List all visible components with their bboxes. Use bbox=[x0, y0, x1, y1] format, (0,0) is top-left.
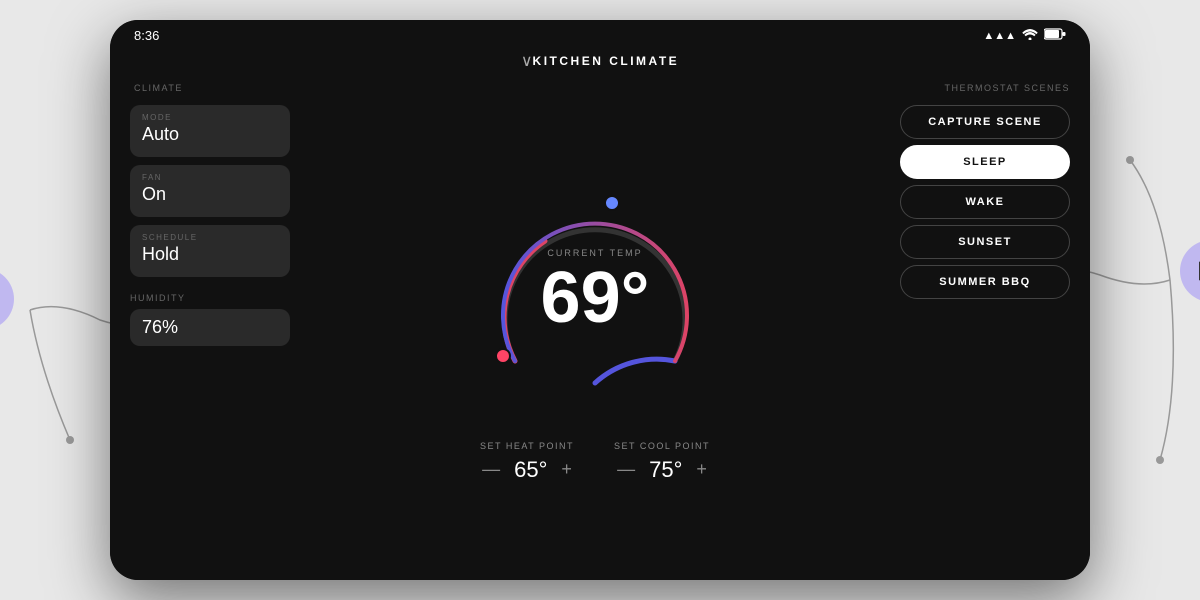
chevron-down-icon[interactable]: ∨ bbox=[521, 51, 533, 71]
signal-icon: ▲▲▲ bbox=[983, 30, 1016, 42]
cool-increment-button[interactable]: + bbox=[696, 459, 707, 480]
mode-value: Auto bbox=[142, 124, 278, 145]
mode-card[interactable]: MODE Auto bbox=[130, 105, 290, 157]
wifi-icon bbox=[1022, 28, 1038, 43]
humidity-card: 76% bbox=[130, 309, 290, 346]
schedule-card[interactable]: SCHEDULE Hold bbox=[130, 225, 290, 277]
scene-button-sleep[interactable]: SLEEP bbox=[900, 145, 1070, 179]
cool-point-label: SET COOL POINT bbox=[614, 441, 710, 451]
cool-decrement-button[interactable]: — bbox=[617, 459, 635, 480]
title-bar: ∨ KITCHEN CLIMATE bbox=[110, 47, 1090, 79]
humidity-section: HUMIDITY 76% bbox=[130, 293, 290, 346]
mode-label: MODE bbox=[142, 113, 278, 122]
fan-card[interactable]: FAN On bbox=[130, 165, 290, 217]
scene-button-wake[interactable]: WAKE bbox=[900, 185, 1070, 219]
set-points-container: SET HEAT POINT — 65° + SET COOL POINT — bbox=[480, 441, 710, 483]
schedule-value: Hold bbox=[142, 244, 278, 265]
cool-point: SET COOL POINT — 75° + bbox=[614, 441, 710, 483]
scene-button-summer-bbq[interactable]: SUMMER BBQ bbox=[900, 265, 1070, 299]
heat-decrement-button[interactable]: — bbox=[482, 459, 500, 480]
scenes-panel: THERMOSTAT SCENES CAPTURE SCENE SLEEP WAKE… bbox=[900, 79, 1070, 564]
tablet-device: 8:36 ▲▲▲ bbox=[110, 20, 1090, 580]
fan-label: FAN bbox=[142, 173, 278, 182]
schedule-label: SCHEDULE bbox=[142, 233, 278, 242]
battery-icon bbox=[1044, 28, 1066, 43]
climate-panel: CLIMATE MODE Auto FAN On SCHEDULE Hold bbox=[130, 79, 290, 564]
heat-point-value: 65° bbox=[514, 457, 547, 483]
status-bar: 8:36 ▲▲▲ bbox=[110, 20, 1090, 47]
scene-button-sunset[interactable]: SUNSET bbox=[900, 225, 1070, 259]
climate-section-label: CLIMATE bbox=[130, 83, 290, 93]
scenes-list: CAPTURE SCENE SLEEP WAKE SUNSET SUMMER BBQ bbox=[900, 105, 1070, 305]
thermostat-ring[interactable]: CURRENT TEMP 69° bbox=[465, 161, 725, 421]
scene-button-capture[interactable]: CAPTURE SCENE bbox=[900, 105, 1070, 139]
scenes-section-label: THERMOSTAT SCENES bbox=[900, 83, 1070, 93]
current-temp-value: 69° bbox=[541, 262, 650, 334]
humidity-value: 76% bbox=[142, 317, 278, 338]
time-display: 8:36 bbox=[134, 28, 159, 43]
cool-point-value: 75° bbox=[649, 457, 682, 483]
fan-value: On bbox=[142, 184, 278, 205]
left-device-bubble[interactable]: ON bbox=[0, 268, 14, 330]
current-temp-label: CURRENT TEMP bbox=[541, 248, 650, 258]
radiator-icon bbox=[1195, 255, 1200, 287]
temp-display: CURRENT TEMP 69° bbox=[541, 248, 650, 334]
heat-point-label: SET HEAT POINT bbox=[480, 441, 574, 451]
page-title: KITCHEN CLIMATE bbox=[533, 54, 680, 68]
humidity-label: HUMIDITY bbox=[130, 293, 290, 303]
thermostat-panel: CURRENT TEMP 69° SET HEAT POINT — 65° + bbox=[290, 79, 900, 564]
right-device-bubble[interactable] bbox=[1180, 240, 1200, 302]
heat-point: SET HEAT POINT — 65° + bbox=[480, 441, 574, 483]
heat-increment-button[interactable]: + bbox=[561, 459, 572, 480]
